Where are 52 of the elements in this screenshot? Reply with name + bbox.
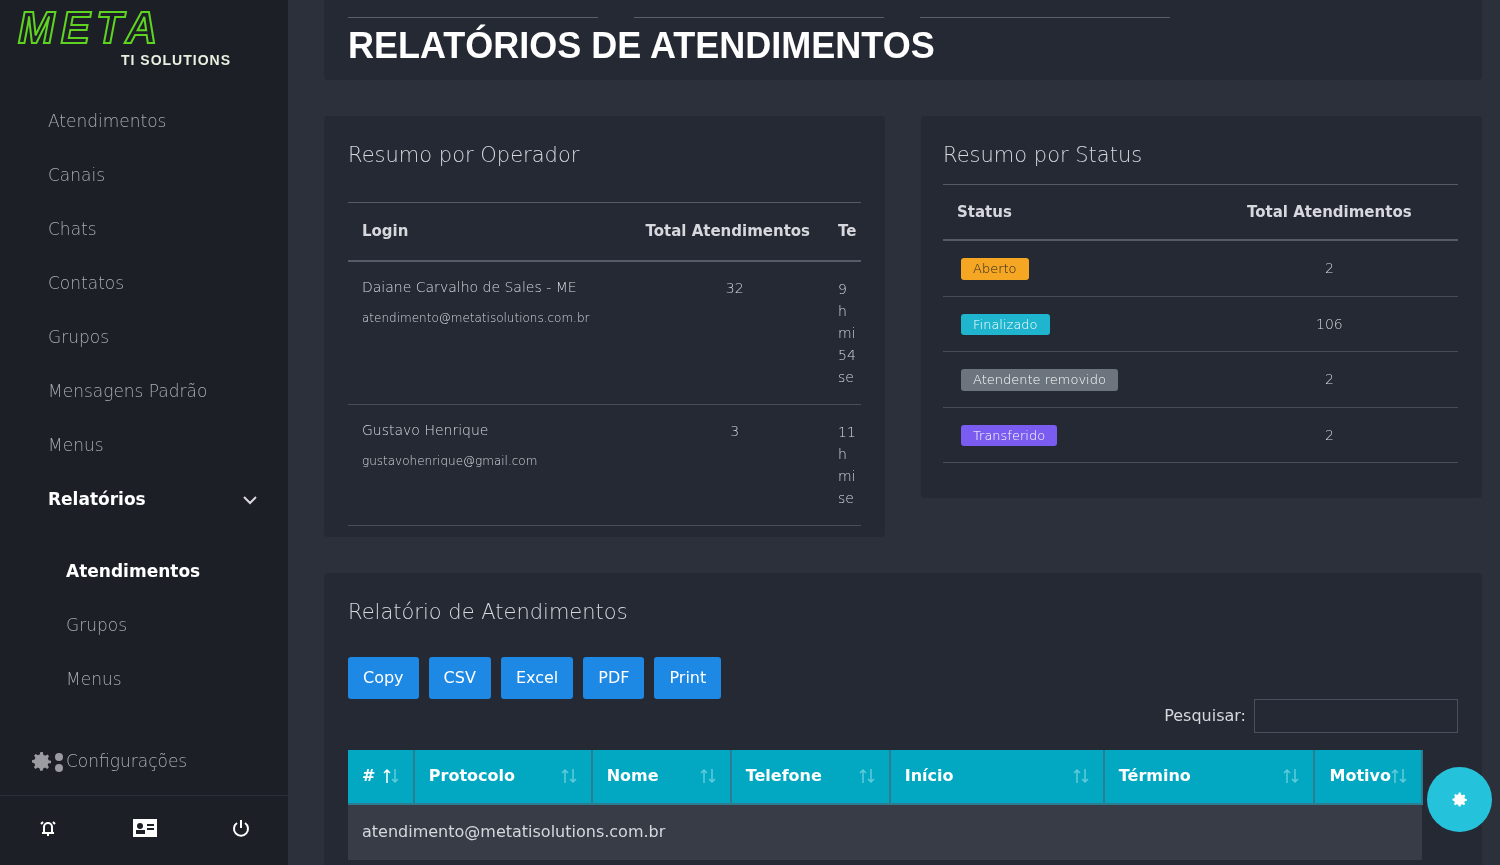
sidebar-subitem[interactable]: Atendimentos bbox=[0, 545, 288, 599]
logo-tagline: TI SOLUTIONS bbox=[121, 52, 231, 68]
sidebar-group[interactable]: Relatórios bbox=[0, 473, 288, 527]
gear-icon bbox=[1450, 790, 1469, 809]
column-header: Login bbox=[348, 202, 632, 261]
operator-name: Gustavo Henrique bbox=[362, 420, 490, 440]
status-tag: Transferido bbox=[961, 424, 1058, 446]
column-header: Te bbox=[838, 202, 861, 261]
sidebar-item[interactable]: Chats bbox=[0, 203, 288, 257]
column-header: Total Atendimentos bbox=[1200, 184, 1458, 240]
table-cell: 2 bbox=[1324, 371, 1334, 387]
export-button[interactable]: CSV bbox=[428, 656, 491, 699]
search-field[interactable] bbox=[1254, 698, 1458, 733]
power-icon[interactable] bbox=[232, 818, 251, 837]
sidebar-item[interactable]: Contatos bbox=[0, 257, 288, 311]
logo-wordmark: META bbox=[18, 8, 165, 48]
sidebar-item[interactable]: Canais bbox=[0, 149, 288, 203]
export-button[interactable]: PDF bbox=[583, 656, 645, 699]
export-button[interactable]: Copy bbox=[348, 656, 419, 699]
sidebar-item[interactable]: Menus bbox=[0, 419, 288, 473]
chevron-icon bbox=[242, 495, 258, 505]
status-tag: Atendente removido bbox=[961, 369, 1118, 391]
page-title: RELATÓRIOS DE ATENDIMENTOS bbox=[348, 26, 936, 66]
export-button[interactable]: Print bbox=[654, 656, 722, 699]
status-tag: Aberto bbox=[961, 258, 1029, 280]
operator-email: gustavohenrique@gmail.com bbox=[362, 452, 539, 470]
operator-email: atendimento@metatisolutions.com.br bbox=[362, 309, 591, 327]
sidebar-item[interactable]: Mensagens Padrão bbox=[0, 365, 288, 419]
column-header: Status bbox=[943, 184, 1201, 240]
card-title: Resumo por Operador bbox=[348, 142, 581, 169]
card-title: Relatório de Atendimentos bbox=[348, 599, 629, 626]
sidebar-subitem[interactable]: Menus bbox=[0, 653, 288, 707]
settings-link[interactable]: Configurações bbox=[0, 735, 288, 789]
table-cell: 32 bbox=[725, 279, 744, 296]
sidebar-item[interactable]: Atendimentos bbox=[0, 95, 288, 149]
search-label: Pesquisar: bbox=[1164, 704, 1246, 727]
table-cell: 3 bbox=[730, 422, 740, 439]
id-card-icon[interactable] bbox=[133, 818, 157, 837]
card-title: Resumo por Status bbox=[943, 142, 1144, 169]
sidebar-item[interactable]: Grupos bbox=[0, 311, 288, 365]
table-cell: 2 bbox=[1324, 260, 1334, 276]
table-cell: 2 bbox=[1324, 426, 1334, 443]
column-header: Total Atendimentos bbox=[631, 202, 839, 261]
group-row-label: atendimento@metatisolutions.com.br bbox=[362, 822, 666, 841]
table-cell: 106 bbox=[1315, 315, 1343, 332]
operator-name: Daiane Carvalho de Sales - ME bbox=[362, 277, 578, 297]
sidebar-subitem[interactable]: Grupos bbox=[0, 599, 288, 653]
gears-icon bbox=[30, 750, 64, 774]
table-cell-text: 9 h mi 54 se bbox=[838, 279, 857, 387]
status-tag: Finalizado bbox=[961, 313, 1050, 335]
table-cell-text: 11 h mi se bbox=[838, 422, 857, 508]
export-button[interactable]: Excel bbox=[500, 656, 574, 699]
